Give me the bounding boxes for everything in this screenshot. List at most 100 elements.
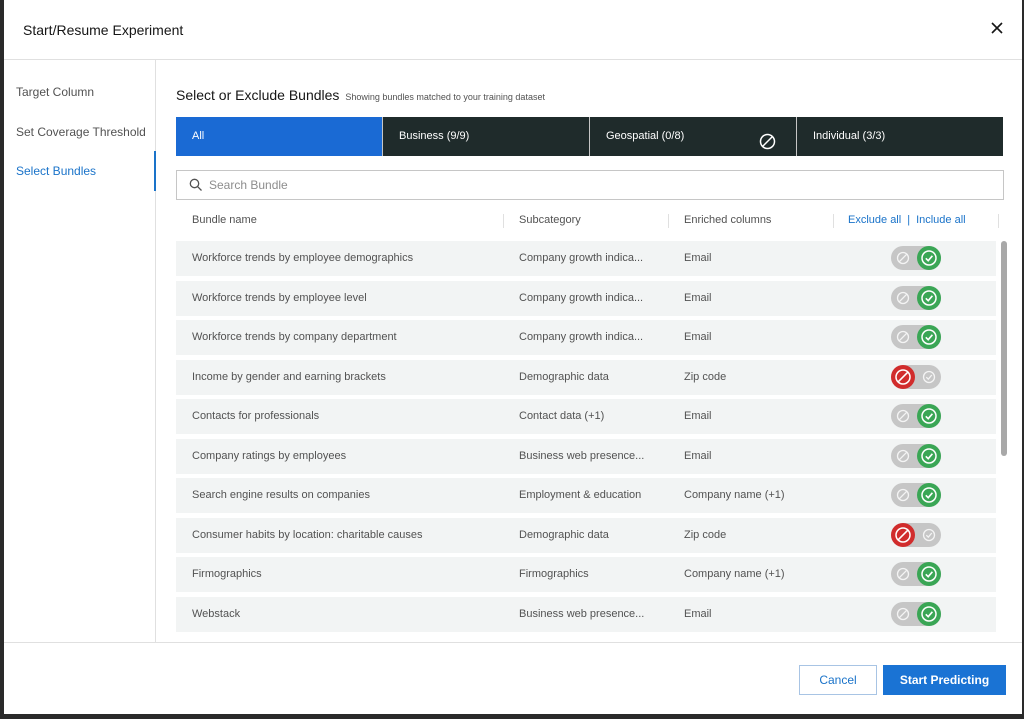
include-active-icon[interactable]	[917, 562, 941, 586]
bundle-name: Workforce trends by company department	[192, 331, 397, 343]
section-title: Select or Exclude Bundles Showing bundle…	[176, 87, 545, 103]
table-row[interactable]: Income by gender and earning brackets Dem…	[176, 360, 996, 395]
start-resume-modal: Start/Resume Experiment Target Column Se…	[4, 0, 1022, 714]
include-icon[interactable]	[917, 523, 941, 547]
bundle-subcategory: Company growth indica...	[519, 252, 644, 264]
include-exclude-toggle[interactable]	[891, 523, 941, 547]
bundle-enriched-columns: Zip code	[684, 371, 727, 383]
bundle-enriched-columns: Company name (+1)	[684, 568, 785, 580]
table-row[interactable]: Workforce trends by employee level Compan…	[176, 281, 996, 316]
bundle-name: Company ratings by employees	[192, 450, 347, 462]
table-row[interactable]: Workforce trends by company department Co…	[176, 320, 996, 355]
include-active-icon[interactable]	[917, 246, 941, 270]
tab-individual[interactable]: Individual (3/3)	[796, 117, 1003, 156]
section-subtitle: Showing bundles matched to your training…	[345, 92, 545, 102]
bundle-name: Workforce trends by employee demographic…	[192, 252, 414, 264]
table-row[interactable]: Firmographics Firmographics Company name (…	[176, 557, 996, 592]
bundle-enriched-columns: Email	[684, 608, 712, 620]
bundle-name: Income by gender and earning brackets	[192, 371, 386, 383]
column-header-enriched-columns[interactable]: Enriched columns	[684, 214, 771, 226]
bundle-name: Contacts for professionals	[192, 410, 320, 422]
include-exclude-toggle[interactable]	[891, 404, 941, 428]
table-scrollbar[interactable]	[1001, 241, 1007, 456]
column-header-bundle-name[interactable]: Bundle name	[192, 214, 257, 226]
main-content: Select or Exclude Bundles Showing bundle…	[156, 60, 1022, 642]
exclude-all-link[interactable]: Exclude all	[848, 214, 901, 226]
exclude-icon[interactable]	[891, 246, 915, 270]
tab-label: All	[192, 130, 205, 142]
wizard-sidebar: Target Column Set Coverage Threshold Sel…	[4, 60, 156, 642]
exclude-active-icon[interactable]	[891, 523, 915, 547]
include-exclude-toggle[interactable]	[891, 286, 941, 310]
include-active-icon[interactable]	[917, 483, 941, 507]
include-active-icon[interactable]	[917, 286, 941, 310]
include-exclude-toggle[interactable]	[891, 246, 941, 270]
bundle-name: Firmographics	[192, 568, 262, 580]
section-heading: Select or Exclude Bundles	[176, 87, 340, 103]
start-predicting-button[interactable]: Start Predicting	[883, 665, 1006, 695]
bundle-enriched-columns: Email	[684, 410, 712, 422]
bundle-subcategory: Demographic data	[519, 529, 609, 541]
bundle-table-body: Workforce trends by employee demographic…	[176, 241, 996, 634]
bundle-enriched-columns: Email	[684, 331, 712, 343]
sidebar-item-set-coverage-threshold[interactable]: Set Coverage Threshold	[4, 112, 156, 152]
exclude-icon[interactable]	[891, 325, 915, 349]
include-icon[interactable]	[917, 365, 941, 389]
bundle-subcategory: Company growth indica...	[519, 331, 644, 343]
include-exclude-toggle[interactable]	[891, 365, 941, 389]
sidebar-item-select-bundles[interactable]: Select Bundles	[4, 151, 156, 191]
search-icon	[189, 178, 203, 192]
bundle-subcategory: Business web presence...	[519, 608, 645, 620]
table-row[interactable]: Contacts for professionals Contact data (…	[176, 399, 996, 434]
close-icon[interactable]	[986, 17, 1008, 39]
include-active-icon[interactable]	[917, 325, 941, 349]
include-exclude-toggle[interactable]	[891, 325, 941, 349]
include-exclude-toggle[interactable]	[891, 562, 941, 586]
column-divider	[998, 214, 999, 228]
exclude-active-icon[interactable]	[891, 365, 915, 389]
bundle-subcategory: Business web presence...	[519, 450, 645, 462]
exclude-icon[interactable]	[891, 444, 915, 468]
include-active-icon[interactable]	[917, 444, 941, 468]
bundle-enriched-columns: Zip code	[684, 529, 727, 541]
search-input[interactable]	[209, 175, 989, 195]
include-active-icon[interactable]	[917, 602, 941, 626]
exclude-icon[interactable]	[891, 483, 915, 507]
search-box	[176, 170, 1004, 200]
bundle-tabs: All Business (9/9) Geospatial (0/8) Indi…	[176, 117, 1003, 156]
bundle-subcategory: Demographic data	[519, 371, 609, 383]
bundle-enriched-columns: Email	[684, 292, 712, 304]
table-row[interactable]: Webstack Business web presence... Email	[176, 597, 996, 632]
column-header-subcategory[interactable]: Subcategory	[519, 214, 581, 226]
bundle-subcategory: Contact data (+1)	[519, 410, 605, 422]
bundle-subcategory: Firmographics	[519, 568, 589, 580]
bulk-actions: Exclude all | Include all	[848, 214, 966, 226]
modal-footer: Cancel Start Predicting	[4, 642, 1022, 714]
include-exclude-toggle[interactable]	[891, 444, 941, 468]
include-exclude-toggle[interactable]	[891, 602, 941, 626]
include-active-icon[interactable]	[917, 404, 941, 428]
disabled-icon	[759, 128, 776, 150]
exclude-icon[interactable]	[891, 404, 915, 428]
table-row[interactable]: Workforce trends by employee demographic…	[176, 241, 996, 276]
cancel-button[interactable]: Cancel	[799, 665, 877, 695]
exclude-icon[interactable]	[891, 562, 915, 586]
table-row[interactable]: Search engine results on companies Employ…	[176, 478, 996, 513]
sidebar-item-target-column[interactable]: Target Column	[4, 72, 156, 112]
bundle-subcategory: Employment & education	[519, 489, 642, 501]
exclude-icon[interactable]	[891, 602, 915, 626]
include-exclude-toggle[interactable]	[891, 483, 941, 507]
table-row[interactable]: Company ratings by employees Business web…	[176, 439, 996, 474]
include-all-link[interactable]: Include all	[916, 214, 966, 226]
tab-business[interactable]: Business (9/9)	[382, 117, 589, 156]
tab-all[interactable]: All	[176, 117, 382, 156]
bundle-subcategory: Company growth indica...	[519, 292, 644, 304]
table-row[interactable]: Consumer habits by location: charitable …	[176, 518, 996, 553]
tab-geospatial[interactable]: Geospatial (0/8)	[589, 117, 796, 156]
bundle-name: Search engine results on companies	[192, 489, 370, 501]
tab-label: Business (9/9)	[399, 130, 470, 142]
exclude-icon[interactable]	[891, 286, 915, 310]
bundle-enriched-columns: Email	[684, 252, 712, 264]
column-divider	[833, 214, 834, 228]
modal-title: Start/Resume Experiment	[23, 22, 184, 38]
